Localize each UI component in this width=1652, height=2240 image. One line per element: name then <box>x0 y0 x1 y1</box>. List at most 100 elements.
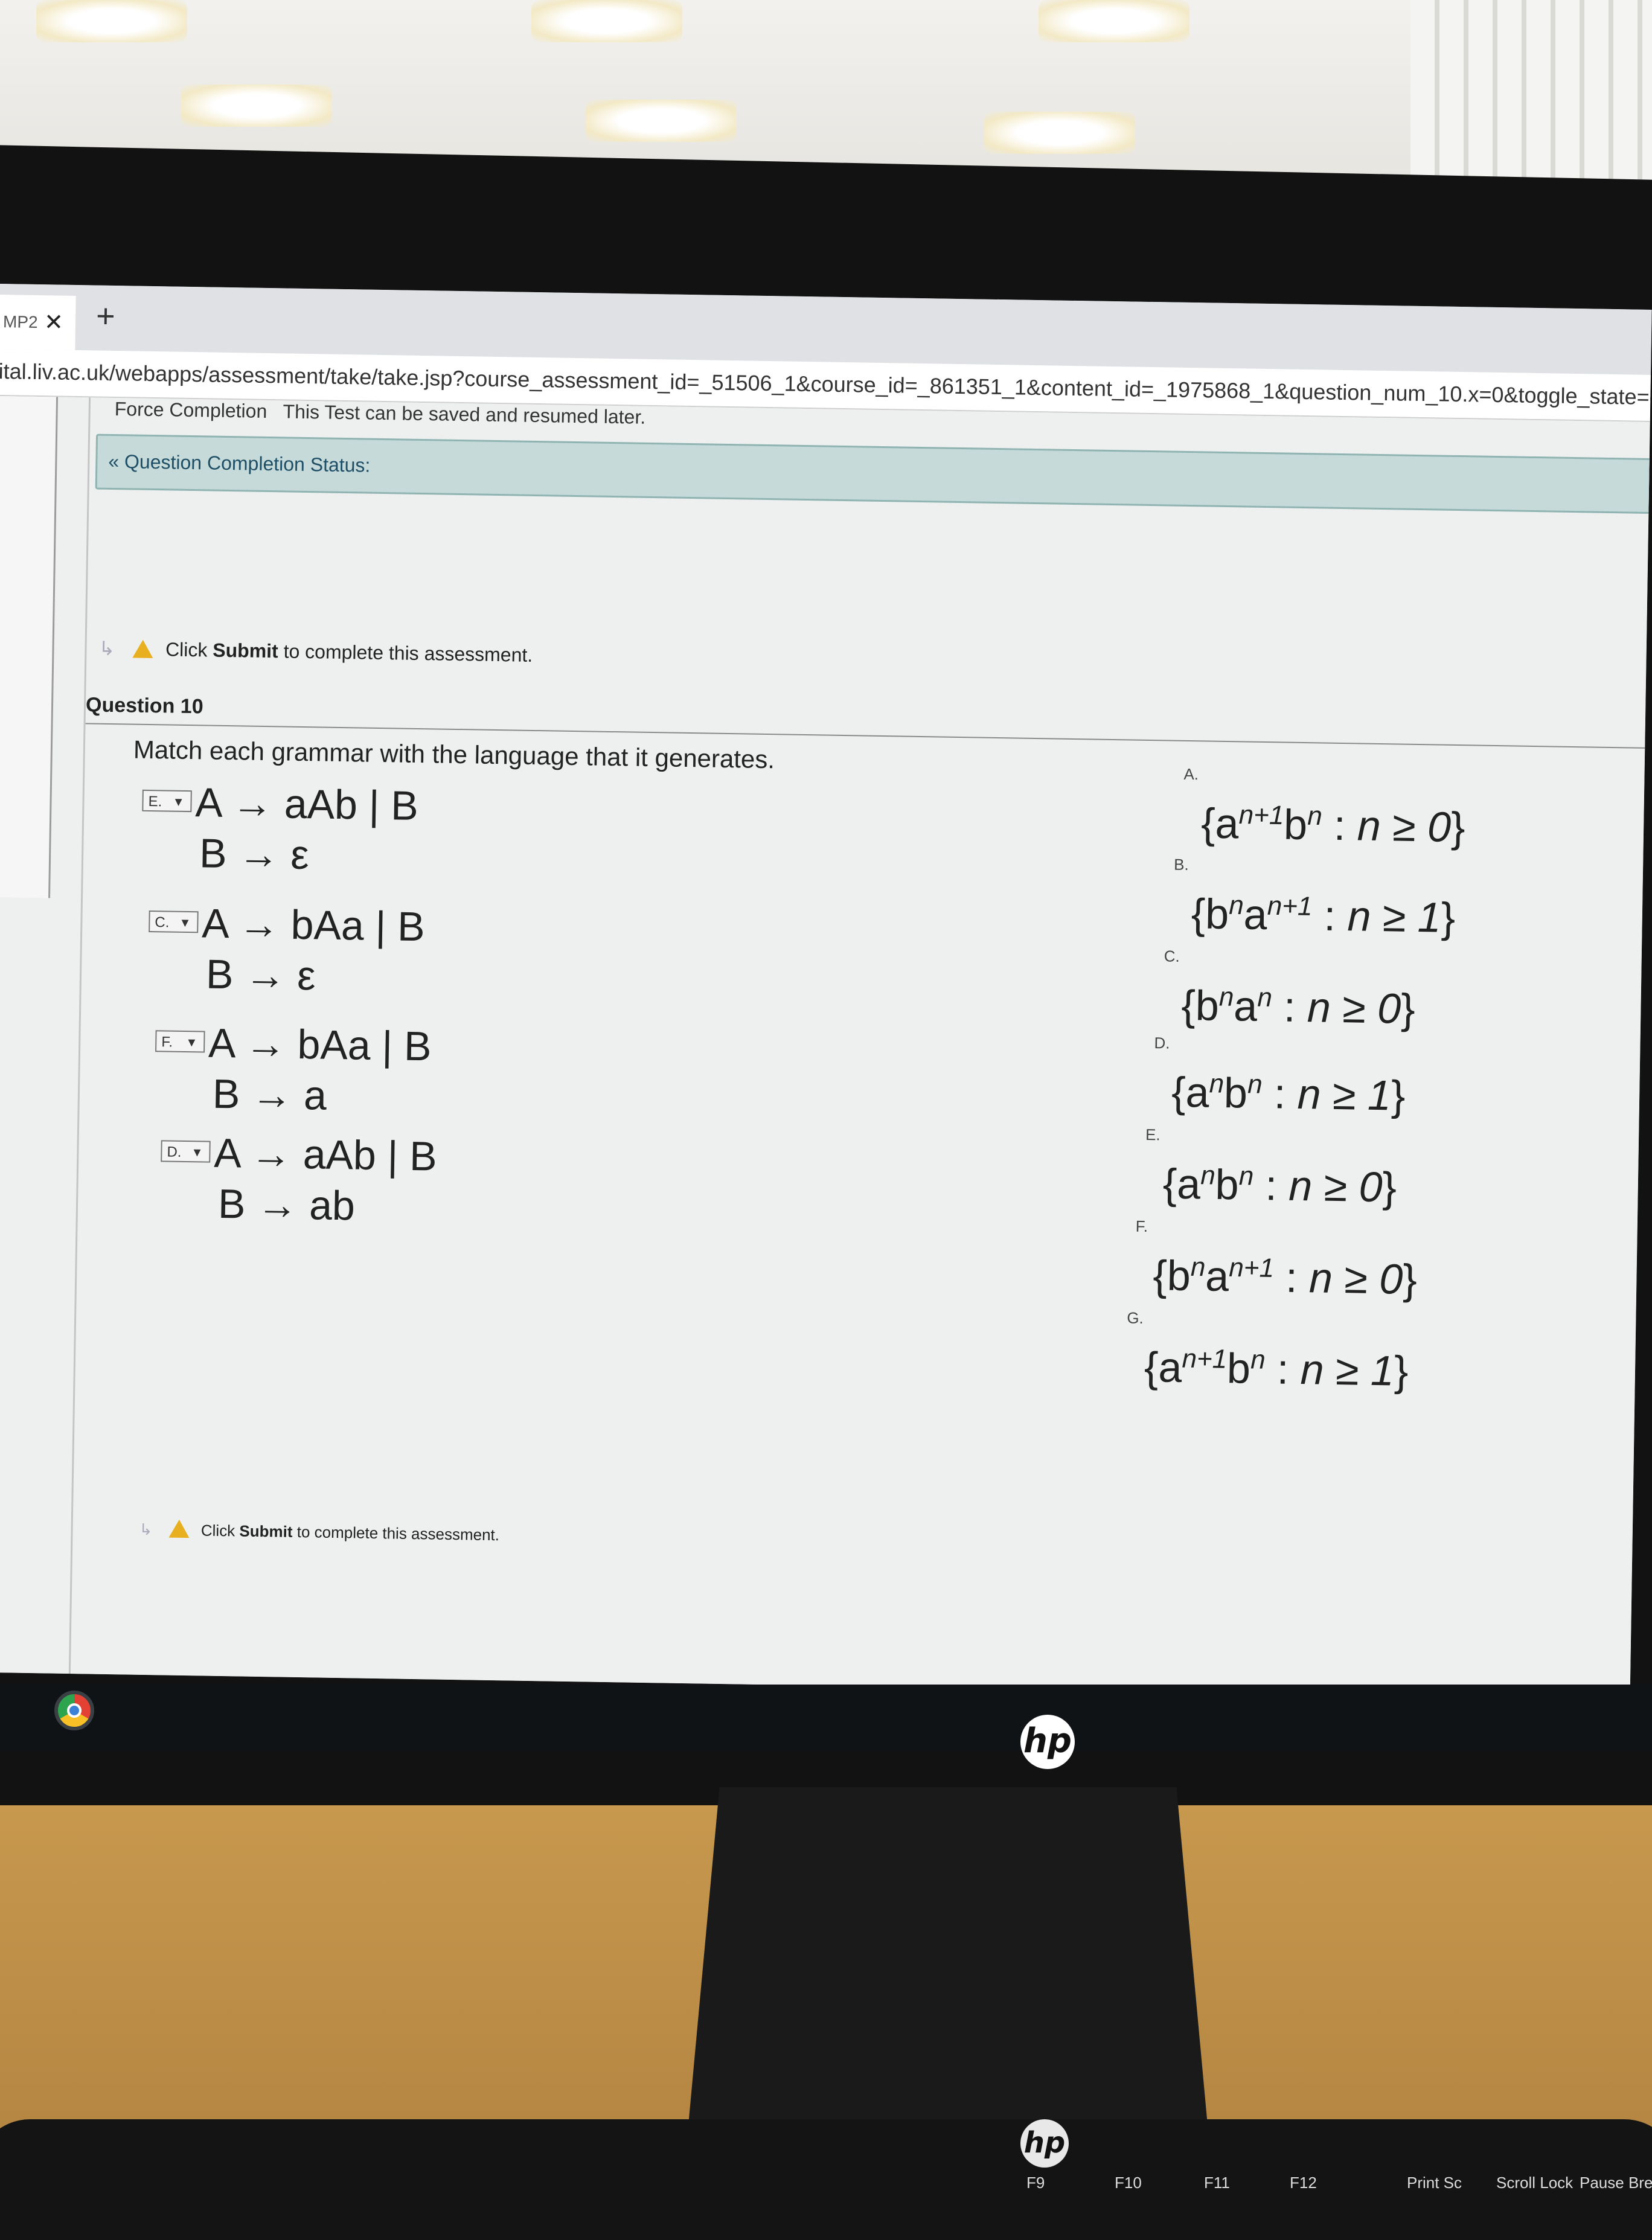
chrome-icon[interactable] <box>54 1691 94 1730</box>
ceiling-light <box>531 0 682 42</box>
exponent-text: n <box>1247 1069 1263 1099</box>
hp-logo: hp <box>1020 1715 1075 1769</box>
language-exponent: n+1 <box>1238 800 1284 830</box>
language-exponent: n <box>1209 1069 1224 1098</box>
close-tab-icon[interactable]: ✕ <box>43 295 63 350</box>
language-exponent: n <box>1307 801 1322 831</box>
grammar-rule: B → ab <box>217 1180 356 1229</box>
language-exponent: n+1 <box>1267 891 1312 921</box>
grammar-rule: A → bAa | B <box>208 1020 432 1070</box>
language-symbol: b <box>1195 982 1220 1029</box>
arrow-icon: ↳ <box>139 1520 153 1539</box>
language-exponent: n <box>1257 983 1272 1013</box>
language-exponent: n <box>1191 1252 1206 1282</box>
course-menu-panel <box>0 395 59 898</box>
language-option: {anbn : n ≥ 1} <box>1171 1068 1406 1119</box>
keyboard-key[interactable]: Scroll Lock <box>1496 2174 1573 2192</box>
warning-icon <box>168 1519 190 1538</box>
language-exponent: n <box>1200 1160 1215 1190</box>
grammar-4: A → aAb | B B → ab <box>213 1128 437 1233</box>
language-symbol: a <box>1205 1252 1229 1301</box>
submit-notice-bottom: ↳ Click Submit to complete this assessme… <box>139 1519 500 1544</box>
language-symbol: b <box>1167 1252 1191 1300</box>
language-symbol: a <box>1243 891 1268 939</box>
language-letter: G. <box>1127 1308 1144 1327</box>
exponent-text: n <box>1257 982 1273 1013</box>
language-option: {an+1bn : n ≥ 0} <box>1200 799 1466 851</box>
ceiling-light <box>1039 0 1189 42</box>
language-symbol: a <box>1233 982 1258 1030</box>
completion-status-label[interactable]: « Question Completion Status: <box>108 450 371 477</box>
keyboard <box>0 2119 1652 2240</box>
answer-select-4[interactable]: D. ▼ <box>161 1140 211 1163</box>
grammar-rule: B → a <box>212 1070 327 1119</box>
language-option: {bnan+1 : n ≥ 1} <box>1191 890 1456 941</box>
monitor-screen: MP2 ✕ + ital.liv.ac.uk/webapps/assessmen… <box>0 284 1652 1698</box>
exponent-text: n+1 <box>1182 1343 1228 1374</box>
answer-select-1[interactable]: E. ▼ <box>142 789 192 813</box>
keyboard-key[interactable]: F9 <box>1026 2174 1045 2192</box>
language-condition: n ≥ 0 <box>1308 1254 1403 1303</box>
grammar-rule: B → ε <box>205 951 316 999</box>
browser-tab[interactable]: MP2 ✕ <box>0 294 76 350</box>
grammar-rule: A → aAb | B <box>194 779 419 829</box>
exponent-text: n <box>1218 982 1234 1012</box>
language-condition: n ≥ 1 <box>1297 1070 1392 1119</box>
hp-logo: hp <box>1020 2119 1069 2168</box>
language-exponent: n <box>1229 891 1244 920</box>
language-exponent: n <box>1238 1161 1253 1191</box>
page-content: Force Completion This Test can be saved … <box>0 395 1652 1698</box>
language-exponent: n+1 <box>1229 1253 1274 1283</box>
ceiling-light <box>984 112 1135 154</box>
language-condition: n ≥ 0 <box>1307 984 1401 1032</box>
language-symbol: a <box>1185 1069 1210 1116</box>
chevron-down-icon: ▼ <box>185 1035 198 1050</box>
language-symbol: b <box>1205 890 1229 938</box>
force-completion-label: Force Completion <box>114 398 267 422</box>
language-option: {an+1bn : n ≥ 1} <box>1144 1343 1409 1395</box>
language-option: {bnan : n ≥ 0} <box>1180 981 1416 1032</box>
exponent-text: n <box>1190 1252 1206 1282</box>
keyboard-key[interactable]: Pause Break <box>1580 2174 1652 2192</box>
grammar-rule: A → bAa | B <box>201 900 426 950</box>
keyboard-key[interactable]: Print Sc <box>1407 2174 1462 2192</box>
keyboard-key[interactable]: F10 <box>1115 2174 1142 2192</box>
arrow-icon: ↳ <box>98 637 115 660</box>
submit-keyword: Submit <box>213 639 279 662</box>
new-tab-button[interactable]: + <box>96 298 116 335</box>
keyboard-key[interactable]: F11 <box>1204 2174 1230 2192</box>
language-option: {anbn : n ≥ 0} <box>1162 1160 1397 1211</box>
language-condition: n ≥ 0 <box>1357 802 1452 851</box>
language-symbol: a <box>1176 1160 1201 1208</box>
exponent-text: n <box>1250 1345 1266 1375</box>
language-condition: n ≥ 1 <box>1346 892 1442 941</box>
exponent-text: n <box>1238 1161 1254 1191</box>
question-completion-status[interactable]: « Question Completion Status: <box>95 434 1652 514</box>
grammar-rule: A → aAb | B <box>213 1130 438 1180</box>
language-letter: D. <box>1154 1034 1170 1052</box>
exponent-text: n <box>1307 801 1323 831</box>
tab-title: MP2 <box>2 312 38 331</box>
language-exponent: n <box>1250 1345 1266 1374</box>
language-exponent: n+1 <box>1182 1344 1227 1374</box>
chevron-down-icon: ▼ <box>179 916 191 930</box>
language-letter: E. <box>1145 1125 1161 1144</box>
exponent-text: n <box>1209 1069 1225 1099</box>
answer-select-2[interactable]: C. ▼ <box>149 910 199 933</box>
ceiling-light <box>181 85 332 127</box>
exponent-text: n+1 <box>1238 800 1284 831</box>
exponent-text: n <box>1229 890 1244 921</box>
windows-taskbar <box>0 1685 1652 1751</box>
chevron-down-icon: ▼ <box>172 795 185 809</box>
language-symbol: a <box>1157 1343 1182 1391</box>
grammar-1: A → aAb | B B → ε <box>194 777 419 882</box>
exponent-text: n+1 <box>1267 891 1313 921</box>
keyboard-key[interactable]: F12 <box>1290 2174 1317 2192</box>
assessment-frame: Force Completion This Test can be saved … <box>68 397 1652 1698</box>
language-condition: n ≥ 1 <box>1300 1346 1395 1395</box>
answer-select-3[interactable]: F. ▼ <box>155 1030 205 1053</box>
question-prompt: Match each grammar with the language tha… <box>133 735 775 774</box>
exponent-text: n+1 <box>1229 1252 1275 1284</box>
language-condition: n ≥ 0 <box>1288 1162 1383 1211</box>
language-exponent: n <box>1219 982 1234 1012</box>
